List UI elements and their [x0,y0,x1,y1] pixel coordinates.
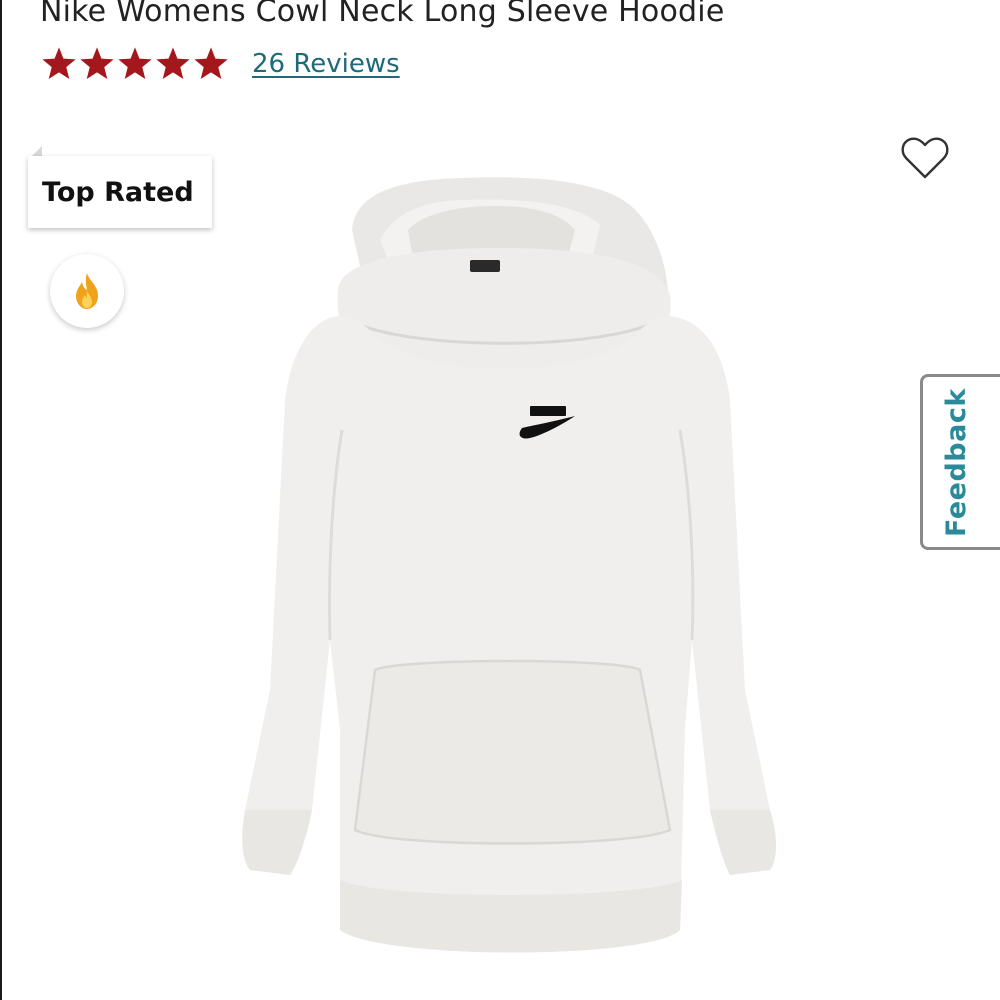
star-rating [40,45,230,83]
hot-badge [50,254,124,328]
product-page: Nike Womens Cowl Neck Long Sleeve Hoodie… [0,0,1000,1000]
product-image[interactable] [230,170,780,980]
star-icon [78,45,116,83]
star-icon [116,45,154,83]
feedback-button[interactable]: Feedback [920,374,1000,550]
star-icon [154,45,192,83]
product-title: Nike Womens Cowl Neck Long Sleeve Hoodie [40,0,725,29]
reviews-link[interactable]: 26 Reviews [252,49,400,79]
feedback-label: Feedback [941,388,972,537]
rating-row: 26 Reviews [40,44,400,84]
left-border [0,0,2,1000]
star-icon [192,45,230,83]
top-rated-label: Top Rated [28,156,212,228]
flame-icon [70,271,104,311]
star-icon [40,45,78,83]
heart-outline-icon[interactable] [898,130,952,184]
